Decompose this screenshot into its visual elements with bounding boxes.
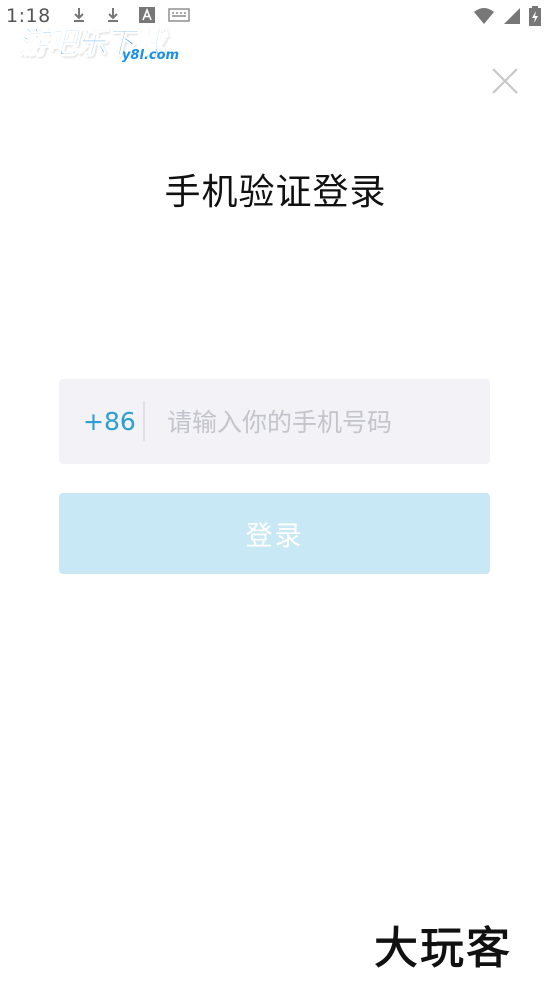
battery-charging-icon [529, 6, 541, 26]
login-screen: 1:18 游吧乐下载 y8l.com 手机验证登录 +86 请输入你的手机号码 … [0, 0, 551, 984]
watermark-logo: 游吧乐下载 y8l.com [18, 18, 190, 68]
country-code-selector[interactable]: +86 [83, 407, 136, 436]
field-divider [143, 401, 145, 441]
status-right-icons [473, 6, 541, 26]
close-icon [492, 68, 518, 94]
page-title: 手机验证登录 [164, 172, 387, 213]
wifi-icon [474, 8, 494, 24]
watermark-bottom: 大玩客 [374, 923, 512, 975]
watermark-logo-domain: y8l.com [122, 48, 180, 63]
phone-field: +86 [59, 379, 490, 464]
signal-icon [504, 8, 520, 24]
close-button[interactable] [488, 64, 522, 98]
login-button[interactable]: 登录 [59, 493, 490, 574]
phone-input[interactable] [167, 399, 467, 445]
